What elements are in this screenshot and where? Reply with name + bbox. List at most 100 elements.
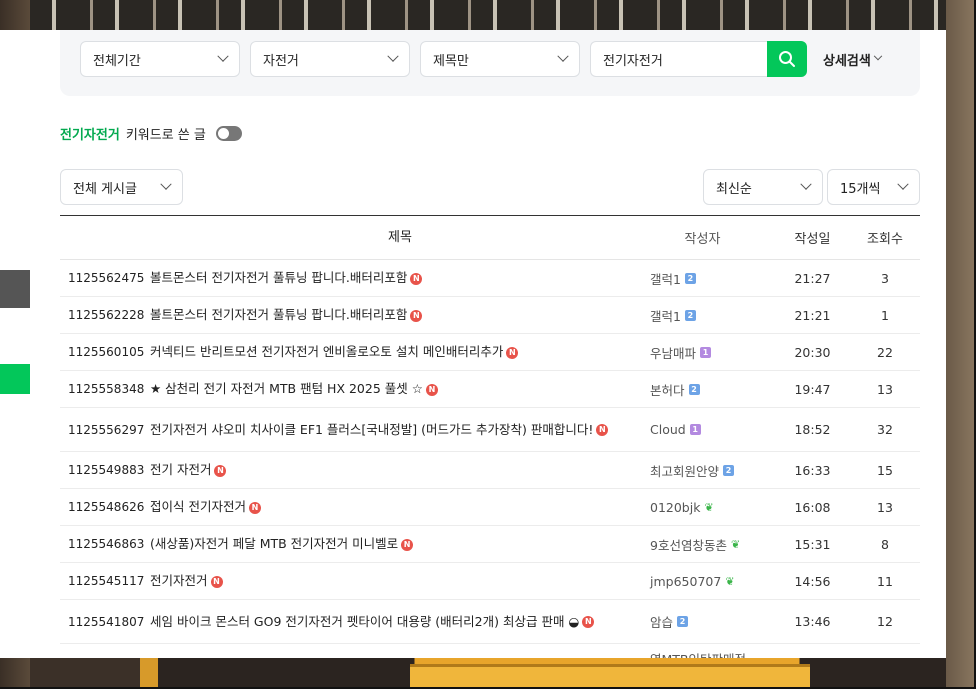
author-name[interactable]: 갤럭1 (650, 269, 681, 288)
member-level-badge: 1 (700, 346, 712, 358)
keyword-filter: 전기자전거 키워드로 쓴 글 (60, 124, 242, 143)
table-row[interactable]: 1125545117 전기자전거 Njmp650707 ❦ 14:56 11 (60, 563, 920, 600)
author-cell: Cloud 1 (650, 422, 775, 437)
author-name[interactable]: 본허다 (650, 380, 685, 399)
chevron-down-icon (800, 178, 812, 190)
article-id: 1125562228 (68, 308, 145, 322)
article-id: 1125548626 (68, 500, 145, 514)
table-row[interactable]: 1125560105 커넥티드 반리트모션 전기자전거 엔비올로오토 설치 메인배… (60, 334, 920, 371)
period-select-value: 전체기간 (93, 53, 141, 69)
background-photo-bottom (30, 658, 946, 689)
table-row[interactable]: 1125548626 접이식 전기자전거 N 0120bjk ❦ 16:08 13 (60, 489, 920, 526)
article-title-link[interactable]: ★ 삼천리 전기 자전거 MTB 팬텀 HX 2025 풀셋 ☆ (150, 381, 423, 396)
search-icon (779, 51, 795, 67)
new-badge: N (582, 616, 595, 628)
page-size-select[interactable]: 15개씩 (827, 169, 920, 205)
author-cell: jmp650707 ❦ (650, 574, 775, 589)
article-views: 13 (877, 499, 893, 515)
search-button[interactable] (767, 41, 807, 77)
article-table: 제목 작성자 작성일 조회수 1125562475 볼트몬스터 전기자전거 풀튜닝… (60, 215, 920, 658)
keyword-filter-toggle[interactable] (215, 126, 242, 141)
header-views: 조회수 (867, 232, 903, 247)
chevron-down-icon (387, 50, 399, 62)
new-badge: N (410, 272, 423, 285)
chevron-down-icon (897, 178, 909, 190)
sprout-icon: ❦ (704, 500, 714, 514)
author-name[interactable]: Cloud (650, 422, 686, 437)
sprout-icon: ❦ (730, 537, 741, 551)
article-id: 1125545117 (68, 574, 145, 588)
author-name[interactable]: 우남매파 (650, 343, 696, 362)
article-title-link[interactable]: 전기 자전거 (150, 462, 211, 477)
author-name[interactable]: 0120bjk (650, 500, 700, 515)
article-title-link[interactable]: 커넥티드 반리트모션 전기자전거 엔비올로오토 설치 메인배터리추가 (150, 344, 503, 359)
table-row[interactable]: 1125562475 볼트몬스터 전기자전거 풀튜닝 팝니다.배터리포함 N 갤럭1 2… (60, 260, 920, 297)
article-title-link[interactable]: 세임 바이크 몬스터 GO9 전기자전거 펫타이어 대용량 (배터리2개) 최상… (150, 614, 579, 629)
member-level-badge: 2 (684, 309, 696, 321)
table-row[interactable]: 1125541807 세임 바이크 몬스터 GO9 전기자전거 펫타이어 대용량 … (60, 600, 920, 644)
advanced-search-label: 상세검색 (823, 53, 871, 69)
board-select[interactable]: 자전거 (250, 41, 410, 77)
article-title-link[interactable]: 볼트몬스터 전기자전거 풀튜닝 팝니다.배터리포함 (150, 307, 407, 322)
article-id: 1125558348 (68, 382, 145, 396)
article-title-cell: 전기자전거 샤오미 치사이클 EF1 플러스[국내정발] (머드가드 추가장착)… (150, 420, 650, 440)
sort-select[interactable]: 최신순 (703, 169, 823, 205)
board-filter-select[interactable]: 전체 게시글 (60, 169, 183, 205)
new-badge: N (401, 538, 414, 551)
article-views: 32 (877, 422, 893, 437)
author-name[interactable]: jmp650707 (650, 574, 721, 589)
board-select-value: 자전거 (263, 53, 299, 69)
author-name[interactable]: 최고회원안양 (650, 461, 719, 480)
new-badge: N (596, 424, 609, 436)
author-cell: 갤럭1 2 (650, 269, 775, 288)
search-box: 전체기간 자전거 제목만 전기자전거 상세검색 (60, 30, 920, 96)
author-name[interactable]: 갤럭1 (650, 306, 681, 325)
author-cell: 9호선염창동촌 ❦ (650, 535, 775, 554)
author-cell: 본허다 2 (650, 380, 775, 399)
article-date: 15:31 (794, 536, 831, 552)
article-date: 21:21 (794, 307, 831, 323)
author-cell: 0120bjk ❦ (650, 500, 775, 515)
table-row[interactable]: 1125549883 전기 자전거 N 최고회원안양 2 16:33 15 (60, 452, 920, 489)
article-title-link[interactable]: 접이식 전기자전거 (150, 499, 246, 514)
scope-select[interactable]: 제목만 (420, 41, 580, 77)
table-row[interactable]: 1125562228 볼트몬스터 전기자전거 풀튜닝 팝니다.배터리포함 N 갤럭1 2… (60, 297, 920, 334)
new-badge: N (214, 464, 227, 477)
article-id: 1125562475 (68, 271, 145, 285)
article-title-cell: 접이식 전기자전거 N (150, 497, 650, 517)
article-views: 13 (877, 381, 893, 397)
article-title-link[interactable]: 전기자전거 (150, 573, 208, 588)
author-name[interactable]: 암습 (650, 612, 673, 631)
chevron-down-icon (873, 51, 883, 61)
table-row[interactable]: 염MTB인탄판매점 (60, 644, 920, 658)
article-title-link[interactable]: (새상품)자전거 페달 MTB 전기자전거 미니벨로 (150, 536, 398, 551)
article-title-link[interactable]: 볼트몬스터 전기자전거 풀튜닝 팝니다.배터리포함 (150, 270, 407, 285)
article-views: 3 (881, 270, 889, 286)
author-cell: 최고회원안양 2 (650, 461, 775, 480)
table-row[interactable]: 1125558348 ★ 삼천리 전기 자전거 MTB 팬텀 HX 2025 풀셋… (60, 371, 920, 408)
author-cell: 염MTB인탄판매점 (650, 649, 775, 658)
table-row[interactable]: 1125546863 (새상품)자전거 페달 MTB 전기자전거 미니벨로 N 9호선… (60, 526, 920, 563)
author-name[interactable]: 염MTB인탄판매점 (650, 649, 746, 658)
advanced-search-button[interactable]: 상세검색 (823, 41, 883, 77)
article-date: 18:52 (794, 422, 831, 437)
table-header: 제목 작성자 작성일 조회수 (60, 215, 920, 260)
sprout-icon: ❦ (725, 574, 735, 588)
scope-select-value: 제목만 (433, 53, 469, 69)
chevron-down-icon (160, 178, 172, 190)
article-title-link[interactable]: 전기자전거 샤오미 치사이클 EF1 플러스[국내정발] (머드가드 추가장착)… (150, 422, 593, 437)
member-level-badge: 2 (688, 383, 700, 395)
author-name[interactable]: 9호선염창동촌 (650, 535, 727, 554)
chevron-down-icon (557, 50, 569, 62)
new-badge: N (425, 383, 438, 396)
search-input[interactable]: 전기자전거 (590, 41, 768, 77)
member-level-badge: 2 (723, 464, 735, 476)
keyword-highlight: 전기자전거 (60, 128, 120, 143)
table-row[interactable]: 1125556297 전기자전거 샤오미 치사이클 EF1 플러스[국내정발] (… (60, 408, 920, 452)
period-select[interactable]: 전체기간 (80, 41, 240, 77)
table-body: 1125562475 볼트몬스터 전기자전거 풀튜닝 팝니다.배터리포함 N 갤럭1 2… (60, 260, 920, 658)
article-views: 1 (881, 307, 889, 323)
author-cell: 우남매파 1 (650, 343, 775, 362)
member-level-badge: 2 (684, 272, 696, 284)
header-title: 제목 (388, 229, 412, 245)
